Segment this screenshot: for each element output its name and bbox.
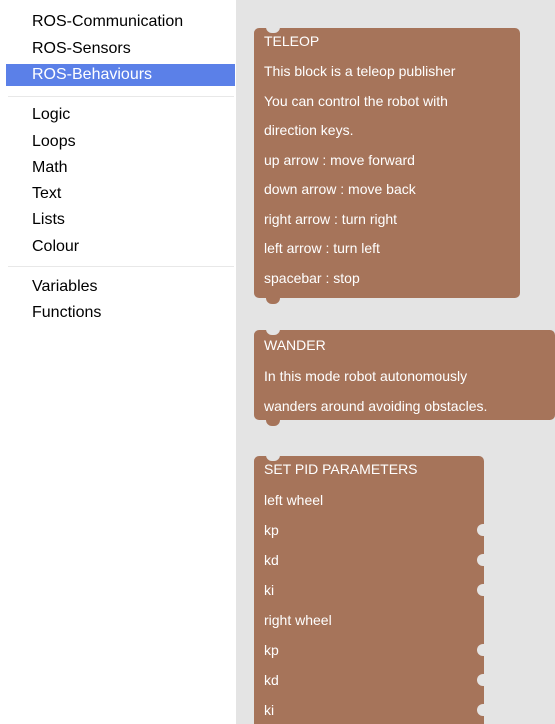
wander-line: In this mode robot autonomously: [264, 368, 468, 384]
pid-block-title: SET PID PARAMETERS: [264, 461, 418, 477]
toolbox-category-ros-sensors[interactable]: ROS-Sensors: [6, 38, 235, 60]
value-input-connector[interactable]: [477, 584, 484, 596]
value-input-connector[interactable]: [477, 644, 484, 656]
toolbox-category-colour[interactable]: Colour: [6, 236, 235, 258]
teleop-line: You can control the robot with: [264, 93, 448, 109]
pid-label-kd: kd: [264, 552, 279, 568]
wander-line: wanders around avoiding obstacles.: [264, 398, 488, 414]
teleop-line: This block is a teleop publisher: [264, 63, 456, 79]
toolbox-separator: [8, 96, 234, 97]
value-input-connector[interactable]: [477, 674, 484, 686]
wander-block-title: WANDER: [264, 337, 326, 353]
toolbox-category-lists[interactable]: Lists: [6, 209, 235, 231]
block-tab: [266, 298, 280, 304]
teleop-block-title: TELEOP: [264, 33, 320, 49]
set-pid-parameters-block[interactable]: SET PID PARAMETERS left wheel kp kd ki r…: [254, 455, 484, 724]
blockly-workspace[interactable]: TELEOP This block is a teleop publisher …: [236, 0, 555, 724]
teleop-line: right arrow : turn right: [264, 211, 398, 227]
pid-label-ki: ki: [264, 582, 275, 598]
value-input-connector[interactable]: [477, 704, 484, 716]
toolbox-category-ros-behaviours[interactable]: ROS-Behaviours: [6, 64, 235, 86]
pid-label-kd: kd: [264, 672, 279, 688]
value-input-connector[interactable]: [477, 554, 484, 566]
pid-label-kp: kp: [264, 522, 279, 538]
toolbox-category-math[interactable]: Math: [6, 157, 235, 179]
teleop-line: up arrow : move forward: [264, 152, 415, 168]
toolbox-category-variables[interactable]: Variables: [6, 276, 235, 298]
toolbox-category-loops[interactable]: Loops: [6, 131, 235, 153]
pid-label-kp: kp: [264, 642, 279, 658]
block-tab: [266, 420, 280, 426]
toolbox-category-functions[interactable]: Functions: [6, 302, 235, 324]
wander-block[interactable]: WANDER In this mode robot autonomously w…: [254, 329, 555, 426]
toolbox-category-text[interactable]: Text: [6, 183, 235, 205]
toolbox: ROS-Communication ROS-Sensors ROS-Behavi…: [0, 0, 236, 724]
teleop-line: down arrow : move back: [264, 181, 416, 197]
value-input-connector[interactable]: [477, 524, 484, 536]
teleop-line: left arrow : turn left: [264, 240, 380, 256]
toolbox-separator: [8, 266, 234, 267]
toolbox-category-ros-communication[interactable]: ROS-Communication: [6, 11, 235, 33]
pid-label-ki: ki: [264, 702, 275, 718]
toolbox-category-logic[interactable]: Logic: [6, 104, 235, 126]
pid-label-left-wheel: left wheel: [264, 492, 324, 508]
teleop-line: spacebar : stop: [264, 270, 360, 286]
pid-label-right-wheel: right wheel: [264, 612, 332, 628]
teleop-line: direction keys.: [264, 122, 354, 138]
teleop-block[interactable]: TELEOP This block is a teleop publisher …: [254, 27, 520, 304]
